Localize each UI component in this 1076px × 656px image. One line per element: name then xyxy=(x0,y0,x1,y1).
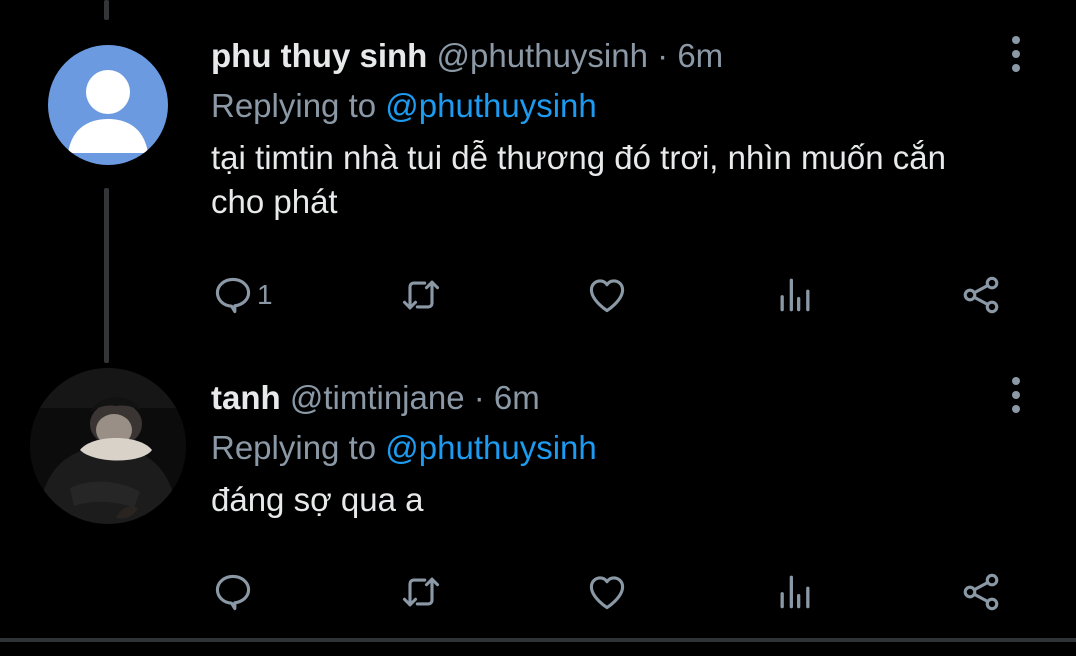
replying-to-label: Replying to xyxy=(211,87,377,124)
more-options-icon[interactable] xyxy=(1001,377,1031,417)
share-icon xyxy=(963,573,999,611)
more-options-icon[interactable] xyxy=(1001,36,1031,76)
replying-to-handle[interactable]: @phuthuysinh xyxy=(385,429,596,466)
timestamp[interactable]: 6m xyxy=(494,379,540,416)
separator: · xyxy=(657,37,669,74)
replying-to: Replying to @phuthuysinh xyxy=(211,86,1046,126)
user-handle[interactable]: @phuthuysinh xyxy=(436,37,647,74)
retweet-button[interactable] xyxy=(399,567,443,617)
timestamp[interactable]: 6m xyxy=(677,37,723,74)
analytics-icon xyxy=(780,278,810,312)
share-button[interactable] xyxy=(959,270,1003,320)
thread-line-middle xyxy=(104,188,109,363)
avatar[interactable] xyxy=(48,45,168,165)
tweet-actions xyxy=(211,567,1021,617)
analytics-button[interactable] xyxy=(773,270,817,320)
tweet-header: phu thuy sinh @phuthuysinh · 6m xyxy=(211,36,1046,76)
display-name[interactable]: tanh xyxy=(211,379,281,416)
share-icon xyxy=(963,276,999,314)
divider xyxy=(0,638,1076,642)
like-button[interactable] xyxy=(585,567,629,617)
user-handle[interactable]: @timtinjane xyxy=(290,379,465,416)
reply-icon xyxy=(215,574,251,611)
tweet-header: tanh @timtinjane · 6m xyxy=(211,378,1046,418)
user-photo xyxy=(30,368,186,524)
thread-line-top xyxy=(104,0,109,20)
retweet-icon xyxy=(402,577,440,607)
reply-count: 1 xyxy=(257,279,273,310)
reply-icon xyxy=(215,277,251,314)
tweet-actions: 1 xyxy=(211,270,1021,320)
retweet-icon xyxy=(402,280,440,310)
tweet[interactable]: phu thuy sinh @phuthuysinh · 6m Replying… xyxy=(211,36,1046,224)
tweet-text: đáng sợ qua a xyxy=(211,481,424,518)
reply-button[interactable] xyxy=(211,567,257,617)
like-button[interactable] xyxy=(585,270,629,320)
tweet[interactable]: tanh @timtinjane · 6m Replying to @phuth… xyxy=(211,378,1046,522)
analytics-icon xyxy=(780,575,810,609)
display-name[interactable]: phu thuy sinh xyxy=(211,37,427,74)
tweet-text: tại timtin nhà tui dễ thương đó trơi, nh… xyxy=(211,139,946,220)
heart-icon xyxy=(589,576,625,610)
default-avatar-icon xyxy=(68,70,148,153)
replying-to: Replying to @phuthuysinh xyxy=(211,428,1046,468)
retweet-button[interactable] xyxy=(399,270,443,320)
reply-button[interactable]: 1 xyxy=(211,270,273,320)
analytics-button[interactable] xyxy=(773,567,817,617)
replying-to-label: Replying to xyxy=(211,429,377,466)
separator: · xyxy=(473,379,485,416)
replying-to-handle[interactable]: @phuthuysinh xyxy=(385,87,596,124)
share-button[interactable] xyxy=(959,567,1003,617)
avatar[interactable] xyxy=(30,368,186,524)
heart-icon xyxy=(589,279,625,313)
